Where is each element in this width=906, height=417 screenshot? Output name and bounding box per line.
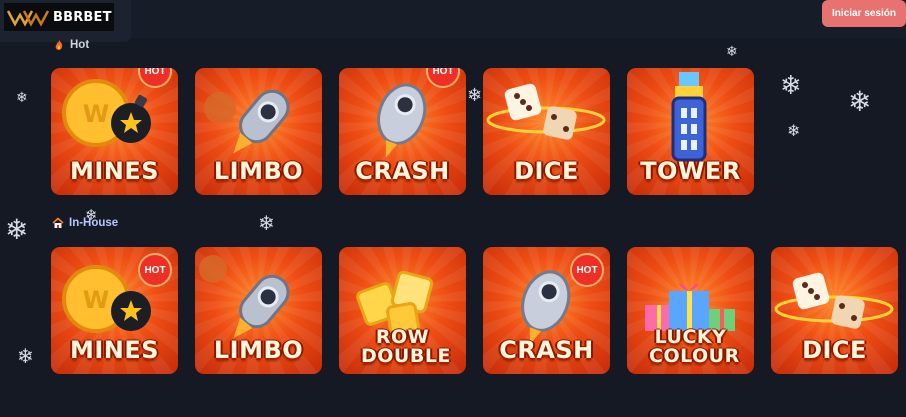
game-title: MINES xyxy=(69,336,160,364)
section-title-text: In-House xyxy=(69,217,119,229)
logo[interactable]: BBRBET xyxy=(4,3,114,31)
snowflake-icon: ❄ xyxy=(17,344,34,368)
logo-container[interactable]: BBRBET xyxy=(0,0,131,42)
snowflake-icon: ❄ xyxy=(5,213,29,246)
game-card-limbo[interactable]: LIMBO xyxy=(195,68,322,195)
snowflake-icon: ❄ xyxy=(726,44,738,60)
snowflake-icon: ❄ xyxy=(787,121,801,140)
section-title-in-house: In-House xyxy=(52,217,118,229)
snowflake-icon: ❄ xyxy=(780,71,802,101)
game-title: MINES xyxy=(69,157,160,185)
game-card-row-double[interactable]: ROW DOUBLE xyxy=(339,247,466,374)
hot-badge: HOT xyxy=(138,253,172,287)
game-card-crash[interactable]: HOT CRASH xyxy=(483,247,610,374)
game-title: CRASH xyxy=(499,336,594,364)
snowflake-icon: ❄ xyxy=(258,211,275,235)
svg-text:W: W xyxy=(83,100,109,128)
section-title-text: Hot xyxy=(70,39,90,51)
game-title: DICE xyxy=(514,157,579,185)
game-card-crash[interactable]: HOT CRASH xyxy=(339,68,466,195)
game-card-mines[interactable]: W HOT MINES xyxy=(51,68,178,195)
game-title: DICE xyxy=(802,336,867,364)
game-card-lucky-colour[interactable]: LUCKY COLOUR xyxy=(627,247,754,374)
snowflake-icon: ❄ xyxy=(848,85,872,118)
game-card-mines[interactable]: W HOT MINES xyxy=(51,247,178,374)
game-card-limbo[interactable]: LIMBO xyxy=(195,247,322,374)
game-title: CRASH xyxy=(355,157,450,185)
hot-badge: HOT xyxy=(570,253,604,287)
game-title: LIMBO xyxy=(213,157,304,185)
top-bar xyxy=(0,0,906,38)
game-card-dice[interactable]: DICE xyxy=(483,68,610,195)
login-button[interactable]: Iniciar sesión xyxy=(822,0,906,27)
snowflake-icon: ❄ xyxy=(467,85,483,106)
logo-text: BBRBET xyxy=(53,9,112,25)
game-title: LIMBO xyxy=(213,336,304,364)
game-card-tower[interactable]: TOWER xyxy=(627,68,754,195)
game-card-dice[interactable]: DICE xyxy=(771,247,898,374)
snowflake-icon: ❄ xyxy=(16,90,28,106)
svg-text:W: W xyxy=(83,286,109,314)
game-title: TOWER xyxy=(640,157,741,185)
section-title-hot: Hot xyxy=(53,39,89,51)
wings-logo-icon xyxy=(6,10,50,27)
fire-icon xyxy=(55,40,63,50)
game-title: ROW DOUBLE xyxy=(361,326,451,367)
game-title: LUCKY COLOUR xyxy=(649,326,740,367)
house-icon xyxy=(52,217,64,228)
